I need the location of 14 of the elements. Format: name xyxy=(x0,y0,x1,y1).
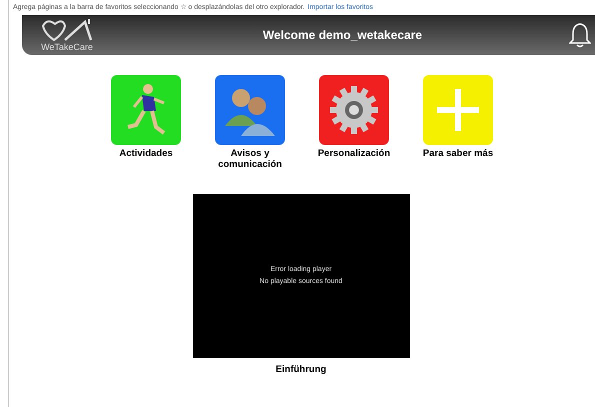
tile-label: Actividades xyxy=(118,148,174,159)
tile-label: Avisos y comunicación xyxy=(217,148,283,170)
tile-button[interactable] xyxy=(423,75,493,145)
tile-button[interactable] xyxy=(111,75,181,145)
gear-icon xyxy=(328,84,380,136)
tile-label: Personalización xyxy=(316,148,392,159)
tile-button[interactable] xyxy=(319,75,389,145)
bell-icon[interactable] xyxy=(569,22,591,48)
video-caption: Einführung xyxy=(276,364,326,375)
plus-icon xyxy=(435,87,481,133)
tile-button[interactable] xyxy=(215,75,285,145)
welcome-title: Welcome demo_wetakecare xyxy=(262,28,424,42)
tile-label: Para saber más xyxy=(422,148,494,159)
logo-text: WeTakeCare xyxy=(41,42,93,52)
